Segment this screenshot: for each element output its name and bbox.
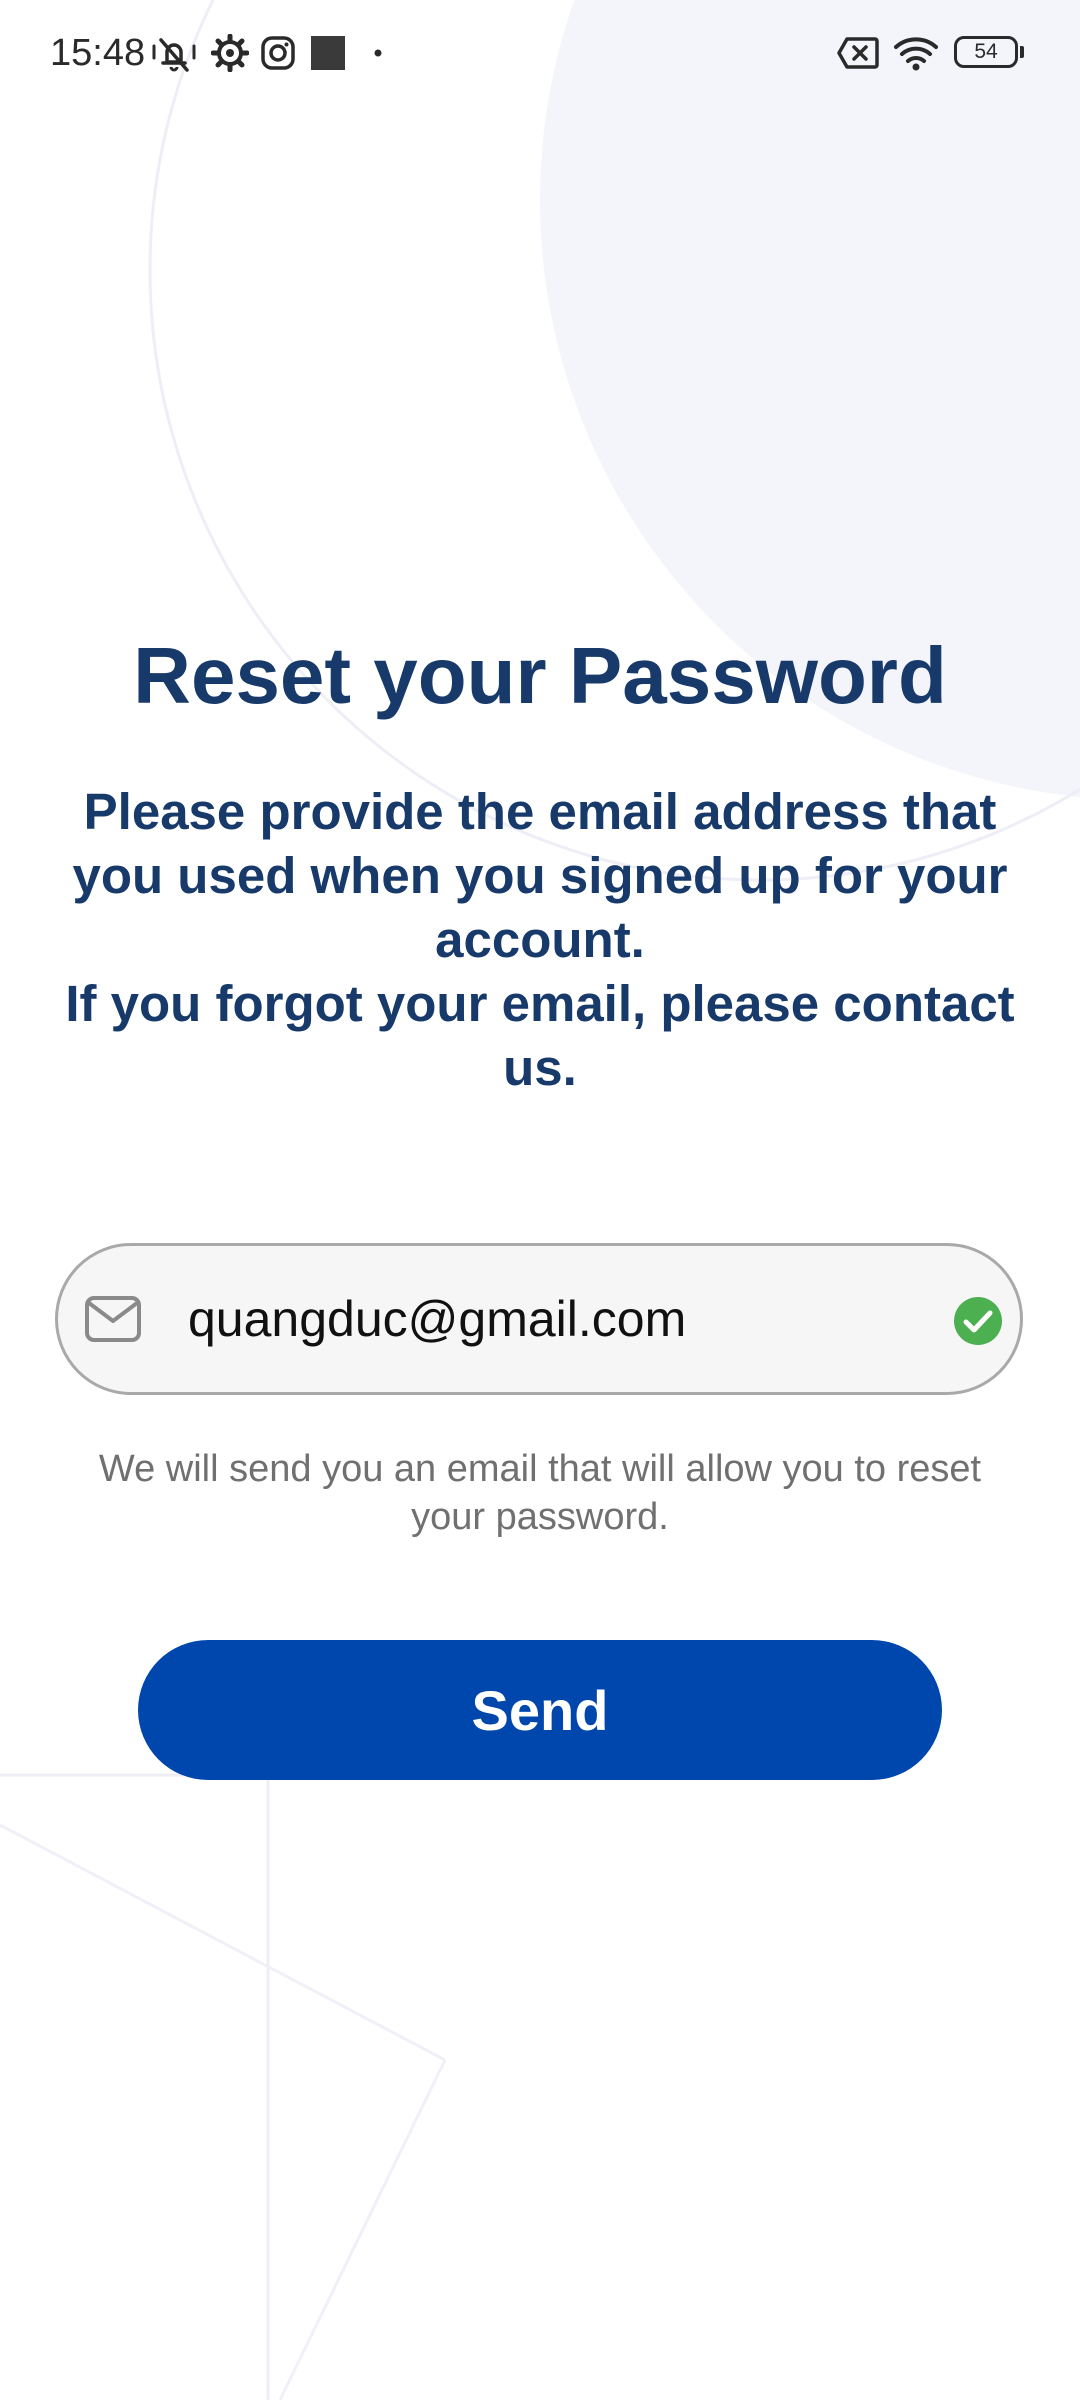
status-bar: 15:48 54 — [0, 0, 1080, 104]
dot-icon — [370, 30, 386, 76]
email-input[interactable] — [188, 1282, 888, 1356]
page-title: Reset your Password — [133, 631, 947, 720]
instagram-icon — [260, 30, 296, 76]
mail-icon — [84, 1294, 142, 1344]
wifi-icon — [892, 30, 940, 76]
instructions-text: Please provide the email address that yo… — [50, 780, 1030, 1100]
mute-icon — [150, 30, 198, 76]
reset-password-screen: Reset your Password Please provide the e… — [0, 0, 1080, 2400]
send-button[interactable]: Send — [138, 1640, 942, 1780]
instructions-text-content: Please provide the email address that yo… — [65, 783, 1015, 1096]
email-field[interactable] — [55, 1243, 1023, 1395]
helper-text: We will send you an email that will allo… — [98, 1448, 982, 1538]
valid-check-icon — [953, 1296, 1003, 1346]
app-square-icon — [310, 30, 346, 76]
settings-gear-icon — [210, 30, 250, 76]
battery-tip — [1020, 46, 1024, 58]
battery-icon: 54 — [954, 36, 1018, 68]
battery-saver-icon — [836, 30, 880, 76]
status-time: 15:48 — [50, 32, 146, 74]
